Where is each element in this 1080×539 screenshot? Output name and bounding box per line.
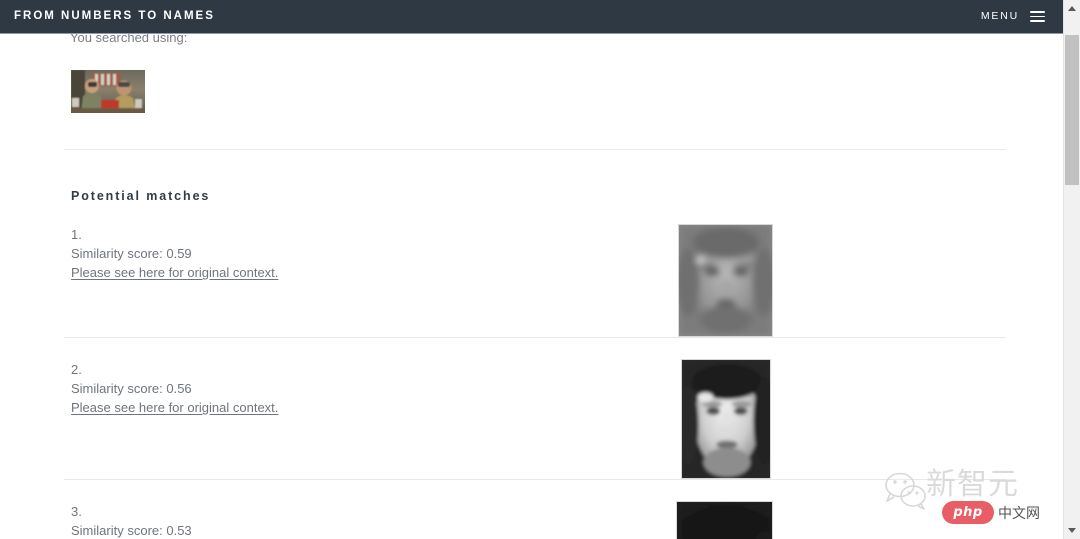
match-face-cell <box>676 500 1006 539</box>
match-similarity-score: Similarity score: 0.59 <box>71 245 192 261</box>
match-face-image <box>681 358 771 479</box>
site-title: FROM NUMBERS TO NAMES <box>14 9 215 22</box>
scroll-down-arrow-icon <box>1068 528 1076 533</box>
scroll-up-arrow-icon <box>1068 6 1076 11</box>
scrollbar-thumb[interactable] <box>1065 35 1079 185</box>
site-header: FROM NUMBERS TO NAMES MENU <box>0 0 1063 34</box>
browser-page: FROM NUMBERS TO NAMES MENU You searched … <box>0 0 1080 539</box>
original-context-link[interactable]: Please see here for original context. <box>71 398 278 417</box>
content-viewport: You searched using: Potential matches 1.… <box>0 34 1063 539</box>
match-details: 1. Similarity score: 0.59 Please see her… <box>71 224 278 283</box>
potential-matches-heading: Potential matches <box>71 189 211 203</box>
match-details: 2. Similarity score: 0.56 Please see her… <box>71 359 278 418</box>
scroll-down-button[interactable] <box>1064 522 1080 539</box>
match-index: 1. <box>71 226 82 242</box>
match-list: 1. Similarity score: 0.59 Please see her… <box>64 203 1006 539</box>
searched-using-label: You searched using: <box>70 34 188 45</box>
match-face-image <box>678 223 773 337</box>
match-row: 1. Similarity score: 0.59 Please see her… <box>64 203 1006 337</box>
match-index: 3. <box>71 503 82 519</box>
menu-label: MENU <box>980 10 1019 23</box>
match-face-image <box>676 500 773 539</box>
match-face-cell <box>676 358 1006 479</box>
vertical-scrollbar[interactable] <box>1063 0 1080 539</box>
match-row: 3. Similarity score: 0.53 Please see her… <box>64 480 1006 539</box>
match-similarity-score: Similarity score: 0.56 <box>71 380 192 396</box>
query-thumbnail-wrapper <box>64 70 1006 113</box>
match-index: 2. <box>71 361 82 377</box>
hamburger-icon[interactable] <box>1030 11 1045 22</box>
menu-button[interactable]: MENU <box>981 11 1045 22</box>
scroll-up-button[interactable] <box>1064 0 1080 17</box>
match-row: 2. Similarity score: 0.56 Please see her… <box>64 338 1006 479</box>
page-content: You searched using: Potential matches 1.… <box>0 34 1063 539</box>
original-context-link[interactable]: Please see here for original context. <box>71 263 278 282</box>
match-similarity-score: Similarity score: 0.53 <box>71 522 192 538</box>
match-details: 3. Similarity score: 0.53 Please see her… <box>71 501 278 539</box>
query-thumbnail-image <box>71 70 145 113</box>
match-face-cell <box>676 223 1006 337</box>
content-column: You searched using: Potential matches 1.… <box>64 34 1006 539</box>
